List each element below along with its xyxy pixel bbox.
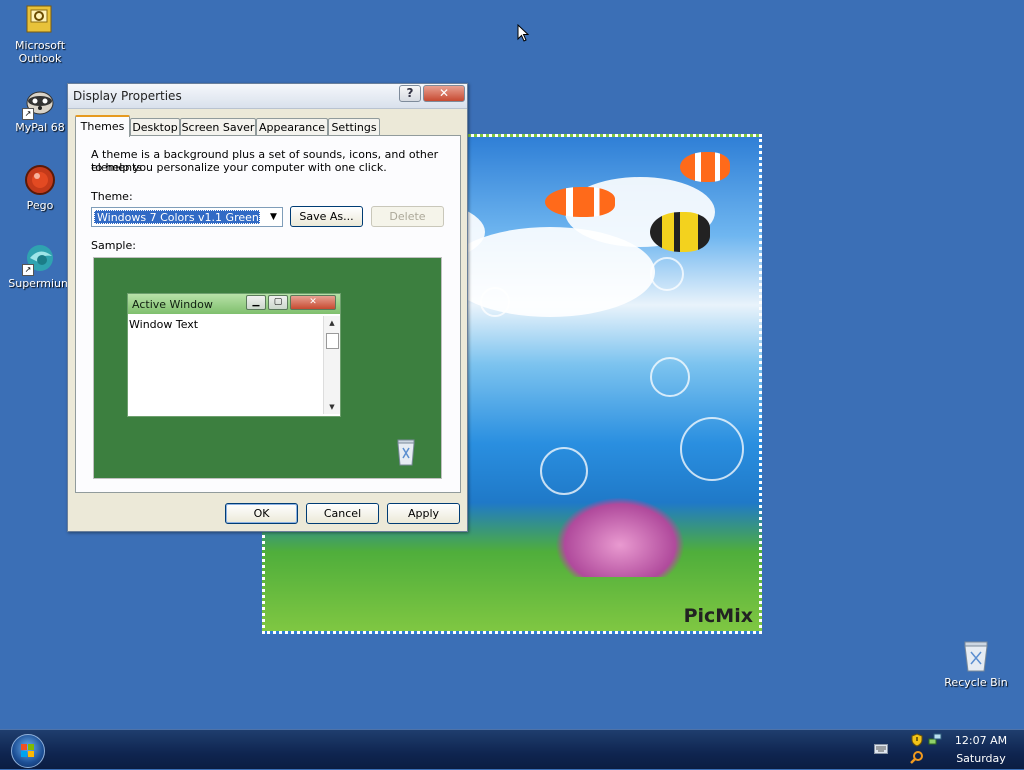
ok-button[interactable]: OK (225, 503, 298, 524)
sample-recycle-bin-icon (396, 438, 416, 466)
theme-description: to help you personalize your computer wi… (91, 161, 387, 174)
mypal-icon: ↗ (22, 86, 56, 120)
desktop-icon-recycle-bin[interactable]: Recycle Bin (940, 640, 1012, 689)
security-shield-icon[interactable] (911, 733, 923, 747)
sample-window-text: Window Text (129, 318, 199, 331)
tab-themes[interactable]: Themes (75, 115, 130, 137)
desktop-icon-label: Outlook (18, 52, 62, 65)
desktop-icon-outlook[interactable]: Microsoft Outlook (0, 4, 80, 65)
mouse-cursor-icon (517, 24, 529, 42)
pego-icon (24, 164, 56, 196)
tab-screen-saver[interactable]: Screen Saver (180, 118, 256, 136)
outlook-icon (24, 4, 56, 36)
scroll-up-icon: ▲ (329, 319, 335, 327)
dialog-titlebar[interactable]: Display Properties ? ✕ (68, 84, 467, 109)
network-icon[interactable] (928, 733, 942, 746)
theme-label: Theme: (91, 190, 133, 203)
tab-desktop[interactable]: Desktop (130, 118, 180, 136)
minimize-icon: ▁ (246, 295, 266, 310)
close-button[interactable]: ✕ (423, 85, 465, 102)
sample-window-titlebar: Active Window ▁ ▢ ✕ (128, 294, 340, 314)
supermium-icon: ↗ (22, 242, 56, 276)
theme-dropdown[interactable]: Windows 7 Colors v1.1 Green ▼ (91, 207, 283, 227)
apply-button[interactable]: Apply (387, 503, 460, 524)
scroll-down-icon: ▼ (329, 403, 335, 411)
dropdown-arrow-icon[interactable]: ▼ (265, 208, 282, 226)
close-icon: ✕ (290, 295, 336, 310)
maximize-icon: ▢ (268, 295, 288, 310)
scroll-thumb (326, 333, 339, 349)
search-icon[interactable] (910, 750, 924, 764)
save-as-button[interactable]: Save As... (290, 206, 363, 227)
tab-appearance[interactable]: Appearance (256, 118, 328, 136)
help-button[interactable]: ? (399, 85, 421, 102)
shortcut-arrow-icon: ↗ (22, 264, 34, 276)
cancel-button[interactable]: Cancel (306, 503, 379, 524)
sample-label: Sample: (91, 239, 136, 252)
display-properties-dialog: Display Properties ? ✕ Themes Desktop Sc… (67, 83, 468, 532)
start-button[interactable] (11, 734, 45, 768)
clock-day[interactable]: Saturday (948, 752, 1014, 765)
sample-window-title: Active Window (132, 298, 213, 311)
desktop-icon-label: Microsoft (14, 39, 66, 52)
recycle-bin-icon (962, 640, 990, 672)
dialog-title: Display Properties (73, 89, 182, 103)
delete-button[interactable]: Delete (371, 206, 444, 227)
windows-logo-icon (21, 744, 34, 757)
shortcut-arrow-icon: ↗ (22, 108, 34, 120)
theme-sample-preview: Active Window ▁ ▢ ✕ Window Text ▲ ▼ (93, 257, 442, 479)
tab-settings[interactable]: Settings (328, 118, 380, 136)
picmix-logo: PicMix (683, 605, 753, 627)
sample-scrollbar: ▲ ▼ (323, 316, 340, 414)
recycle-bin-label: Recycle Bin (944, 676, 1008, 689)
clock-time[interactable]: 12:07 AM (948, 734, 1014, 747)
taskbar: 12:07 AM Saturday (0, 729, 1024, 769)
keyboard-icon[interactable] (874, 744, 888, 754)
sample-active-window: Active Window ▁ ▢ ✕ Window Text ▲ ▼ (127, 293, 341, 417)
themes-panel: A theme is a background plus a set of so… (75, 135, 461, 493)
theme-dropdown-value: Windows 7 Colors v1.1 Green (94, 210, 260, 224)
